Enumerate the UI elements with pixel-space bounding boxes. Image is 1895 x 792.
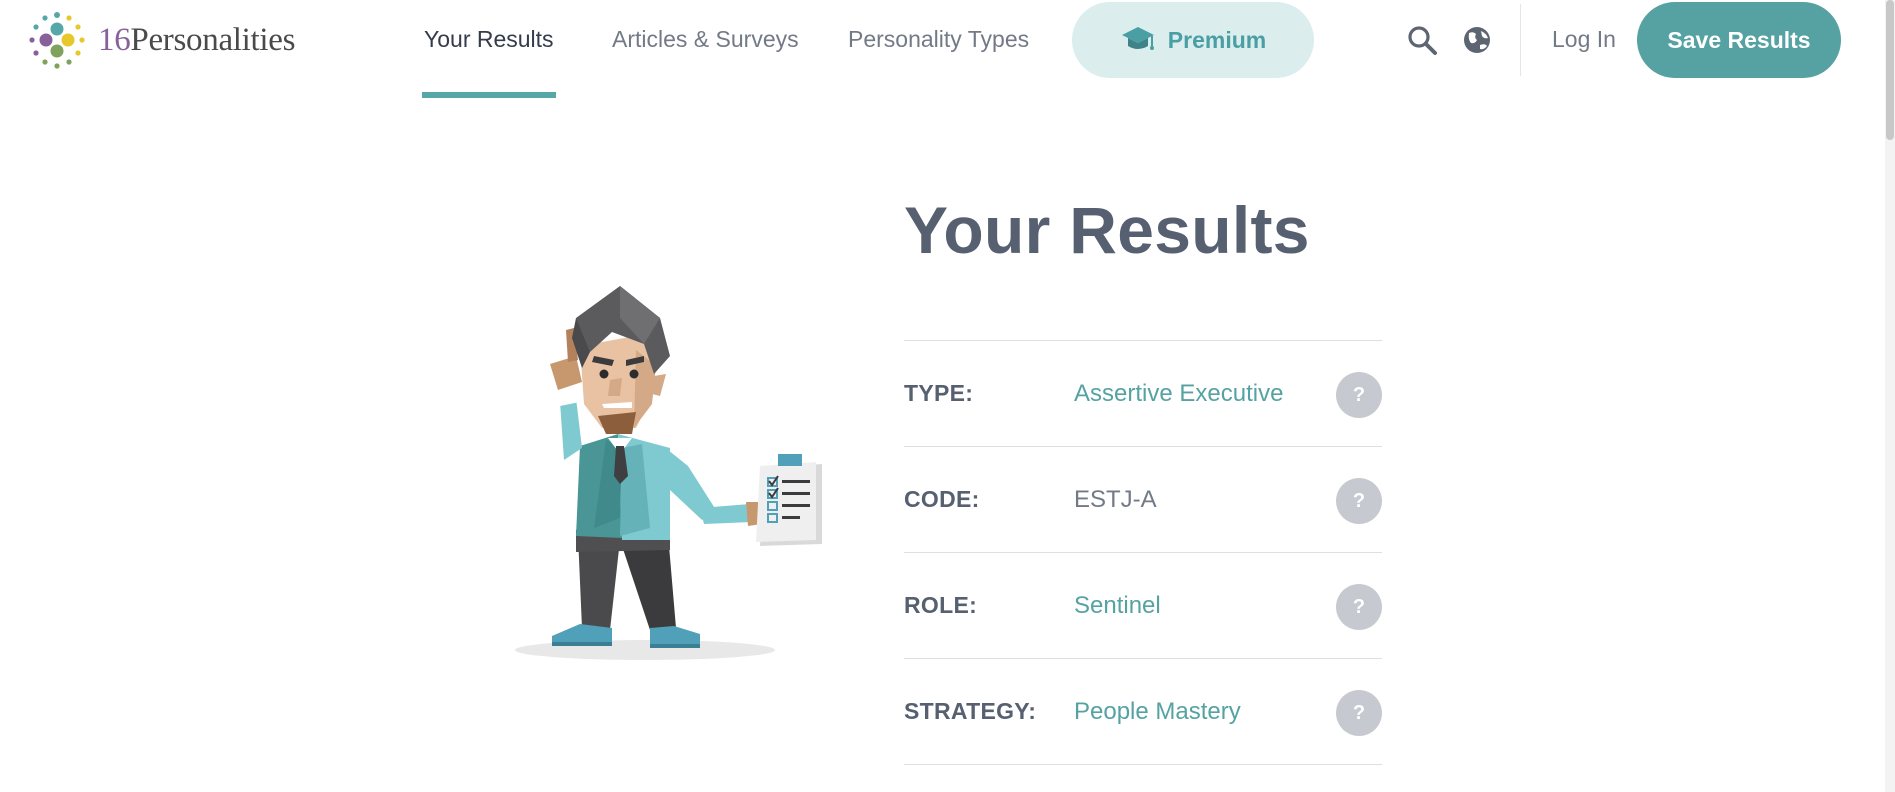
search-icon[interactable] bbox=[1404, 22, 1440, 58]
row-label: ROLE: bbox=[904, 592, 978, 618]
logo-dots-icon bbox=[29, 12, 85, 69]
result-row-strategy: STRATEGY: People Mastery ? bbox=[904, 659, 1382, 765]
page-scrollbar[interactable] bbox=[1885, 0, 1895, 792]
page-title: Your Results bbox=[904, 193, 1310, 267]
header-divider bbox=[1520, 4, 1521, 76]
premium-button[interactable]: Premium bbox=[1072, 2, 1314, 78]
scrollbar-thumb[interactable] bbox=[1886, 0, 1894, 140]
help-icon[interactable]: ? bbox=[1336, 584, 1382, 630]
type-value-link[interactable]: Assertive Executive bbox=[1074, 380, 1283, 408]
globe-icon[interactable] bbox=[1459, 22, 1495, 58]
help-icon[interactable]: ? bbox=[1336, 478, 1382, 524]
logo-wordmark: 16Personalities bbox=[98, 22, 295, 59]
strategy-value-link[interactable]: People Mastery bbox=[1074, 698, 1241, 726]
row-label: TYPE: bbox=[904, 380, 974, 406]
result-row-type: TYPE: Assertive Executive ? bbox=[904, 341, 1382, 447]
login-link[interactable]: Log In bbox=[1552, 26, 1616, 53]
row-label: CODE: bbox=[904, 486, 980, 512]
code-value: ESTJ-A bbox=[1074, 485, 1157, 513]
nav-your-results[interactable]: Your Results bbox=[422, 0, 556, 100]
help-icon[interactable]: ? bbox=[1336, 690, 1382, 736]
result-row-code: CODE: ESTJ-A ? bbox=[904, 447, 1382, 553]
nav-personality-types[interactable]: Personality Types bbox=[848, 0, 1029, 100]
premium-label: Premium bbox=[1167, 26, 1267, 53]
nav-articles-surveys[interactable]: Articles & Surveys bbox=[612, 0, 799, 100]
logo-number: 16 bbox=[98, 21, 131, 58]
site-header: 16Personalities Your Results Articles & … bbox=[0, 0, 1885, 100]
save-results-button[interactable]: Save Results bbox=[1637, 2, 1841, 78]
results-table: TYPE: Assertive Executive ? CODE: ESTJ-A… bbox=[904, 340, 1382, 765]
site-logo[interactable]: 16Personalities bbox=[26, 8, 295, 72]
executive-character-illustration bbox=[510, 278, 830, 668]
row-label: STRATEGY: bbox=[904, 698, 1037, 724]
graduation-cap-icon bbox=[1121, 27, 1154, 50]
help-icon[interactable]: ? bbox=[1336, 372, 1382, 418]
result-row-role: ROLE: Sentinel ? bbox=[904, 553, 1382, 659]
role-value-link[interactable]: Sentinel bbox=[1074, 592, 1161, 620]
logo-name: Personalities bbox=[130, 21, 296, 58]
